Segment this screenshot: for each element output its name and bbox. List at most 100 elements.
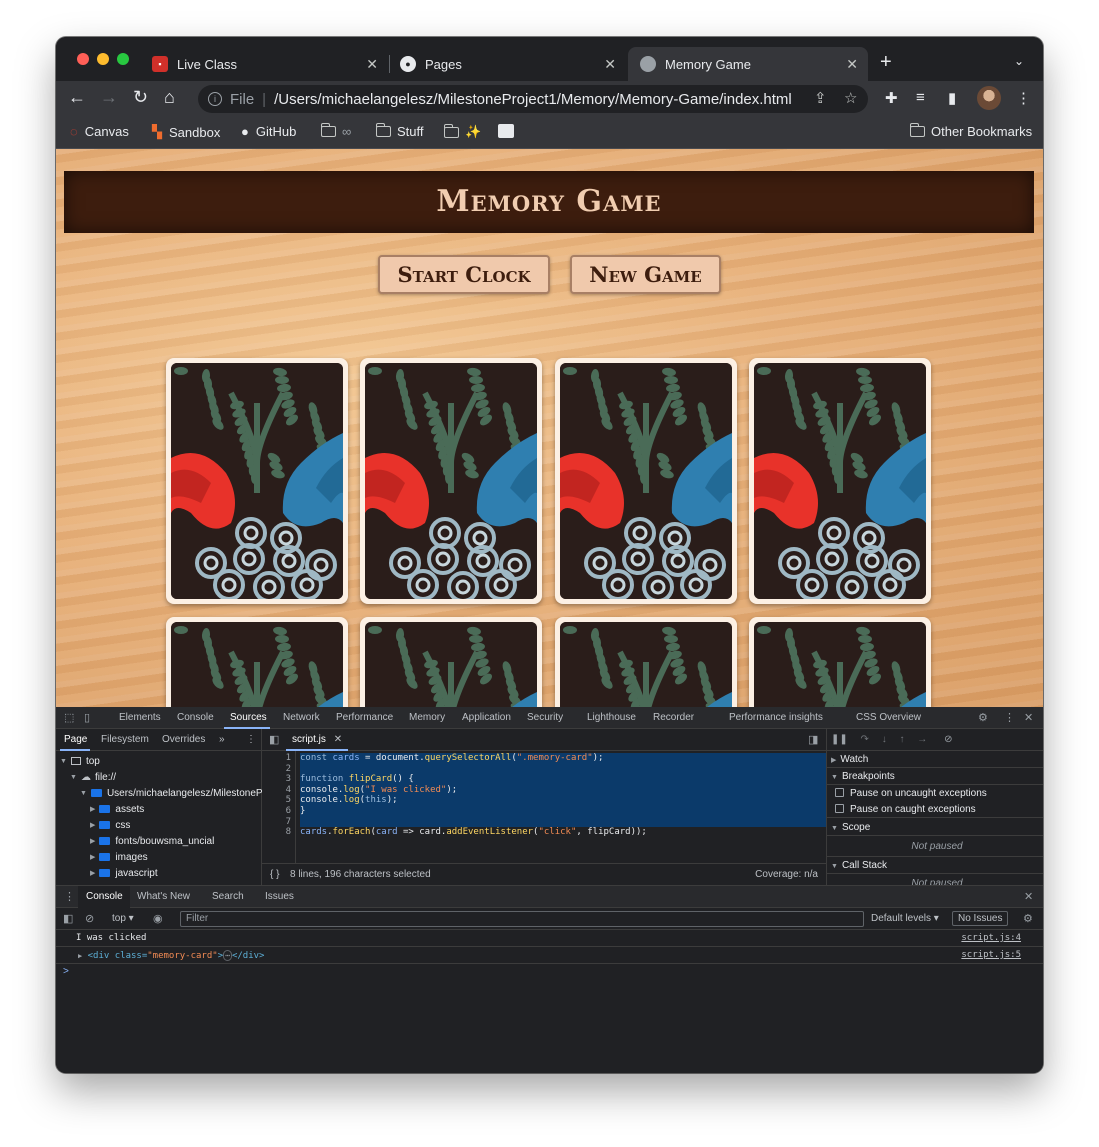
drawer-menu-icon[interactable]: ⋮ [64, 890, 75, 903]
tab-page[interactable]: Page [64, 734, 87, 745]
memory-card[interactable] [360, 617, 542, 707]
memory-card[interactable] [166, 358, 348, 604]
tab-console[interactable]: Console [177, 712, 214, 723]
back-arrow-icon[interactable]: ← [68, 87, 86, 108]
editor-file-tab[interactable]: script.js ✕ [286, 729, 349, 751]
log-levels-dropdown[interactable]: Default levels ▾ [871, 913, 939, 924]
context-selector[interactable]: top ▾ [112, 913, 134, 924]
step-icon[interactable]: → [917, 734, 927, 745]
drawer-tab-search[interactable]: Search [212, 891, 244, 902]
media-controls-icon[interactable]: ≡ [916, 89, 925, 106]
tab-css-overview[interactable]: CSS Overview [856, 712, 921, 723]
tab-memory-game[interactable]: Memory Game ✕ [628, 47, 868, 81]
settings-gear-icon[interactable]: ⚙ [978, 711, 988, 724]
info-icon[interactable]: i [208, 92, 222, 106]
reload-icon[interactable]: ↻ [133, 87, 148, 108]
ellipsis-badge[interactable]: ⋯ [223, 950, 232, 961]
memory-card[interactable] [555, 358, 737, 604]
close-window-button[interactable] [77, 53, 89, 65]
tab-performance-insights[interactable]: Performance insights [729, 712, 823, 723]
breakpoints-section[interactable]: ▼ Breakpoints [827, 768, 1043, 785]
close-drawer-icon[interactable]: ✕ [1024, 890, 1033, 903]
toggle-debugger-icon[interactable]: ◨ [808, 733, 818, 746]
memory-card[interactable] [749, 617, 931, 707]
avatar[interactable] [977, 86, 1001, 110]
step-into-icon[interactable]: ↓ [882, 734, 887, 745]
bookmark-github[interactable]: ● GitHub [241, 124, 296, 139]
call-stack-section[interactable]: ▼ Call Stack [827, 857, 1043, 874]
tree-item-project-folder[interactable]: ▼ Users/michaelangelesz/MilestonePro [80, 785, 271, 801]
scope-section[interactable]: ▼ Scope [827, 819, 1043, 836]
tab-security[interactable]: Security [527, 712, 563, 723]
tab-network[interactable]: Network [283, 712, 320, 723]
memory-card[interactable] [360, 358, 542, 604]
log-source-link[interactable]: script.js:5 [961, 947, 1021, 964]
bookmark-folder-sparkles[interactable]: ✨ [443, 123, 481, 140]
drawer-tab-console[interactable]: Console [86, 891, 123, 902]
clear-console-icon[interactable]: ⊘ [85, 912, 94, 925]
pause-caught-row[interactable]: Pause on caught exceptions [827, 801, 1043, 818]
forward-arrow-icon[interactable]: → [100, 87, 118, 108]
memory-card[interactable] [749, 358, 931, 604]
kebab-menu-icon[interactable]: ⋮ [1004, 711, 1015, 724]
expand-triangle-icon[interactable]: ▶ [78, 952, 82, 960]
inspect-element-icon[interactable]: ⬚ [64, 711, 74, 724]
sidebar-toggle-icon[interactable]: ◧ [63, 912, 73, 925]
side-panel-icon[interactable]: ▮ [948, 89, 956, 107]
device-toolbar-icon[interactable]: ▯ [84, 711, 90, 724]
bookmark-star-icon[interactable]: ☆ [844, 89, 857, 107]
tab-elements[interactable]: Elements [119, 712, 161, 723]
home-icon[interactable]: ⌂ [164, 87, 175, 108]
deactivate-breakpoints-icon[interactable]: ⊘ [944, 734, 952, 745]
close-tab-icon[interactable]: ✕ [366, 56, 378, 73]
close-tab-icon[interactable]: ✕ [604, 56, 616, 73]
tab-live-class[interactable]: ▪ Live Class ✕ [152, 47, 388, 81]
memory-card[interactable] [555, 617, 737, 707]
extensions-icon[interactable]: ✚ [885, 89, 898, 107]
tab-overrides[interactable]: Overrides [162, 734, 205, 745]
memory-card[interactable] [166, 617, 348, 707]
more-tabs-icon[interactable]: » [219, 734, 225, 745]
step-out-icon[interactable]: ↑ [900, 734, 905, 745]
kebab-menu-icon[interactable]: ⋮ [246, 734, 256, 745]
log-source-link[interactable]: script.js:4 [961, 930, 1021, 947]
tab-recorder[interactable]: Recorder [653, 712, 694, 723]
new-tab-button[interactable]: + [880, 51, 892, 74]
tree-item-origin[interactable]: ▼ ☁ file:// [70, 769, 116, 785]
new-game-button[interactable]: New Game [570, 255, 721, 294]
console-settings-icon[interactable]: ⚙ [1023, 912, 1033, 925]
code-area[interactable]: 1 2 3 4 5 6 7 8 const cards = document.q… [262, 751, 826, 863]
tab-pages[interactable]: ● Pages ✕ [390, 47, 626, 81]
console-message[interactable]: ▶ <div class="memory-card"> ⋯ </div> scrip… [56, 947, 1043, 964]
tree-item-javascript[interactable]: ▶ javascript [90, 865, 158, 881]
tab-search-chevron-icon[interactable]: ⌄ [1014, 54, 1024, 68]
bookmark-image[interactable] [498, 124, 514, 138]
bookmark-folder-links[interactable]: ∞ [320, 123, 351, 139]
console-filter-input[interactable]: Filter [180, 911, 864, 927]
close-file-icon[interactable]: ✕ [334, 734, 342, 745]
bookmark-folder-stuff[interactable]: Stuff [375, 123, 424, 139]
pause-uncaught-row[interactable]: Pause on uncaught exceptions [827, 785, 1043, 802]
share-icon[interactable]: ⇪ [814, 89, 827, 107]
pause-icon[interactable]: ❚❚ [831, 734, 848, 745]
pretty-print-icon[interactable]: { } [270, 869, 279, 880]
close-devtools-icon[interactable]: ✕ [1024, 711, 1033, 724]
tree-item-images[interactable]: ▶ images [90, 849, 148, 865]
tree-item-top[interactable]: ▼ top [60, 753, 100, 769]
bookmark-sandbox[interactable]: ▚ Sandbox [152, 124, 220, 140]
tab-lighthouse[interactable]: Lighthouse [587, 712, 636, 723]
toggle-navigator-icon[interactable]: ◧ [269, 733, 279, 746]
tree-item-assets[interactable]: ▶ assets [90, 801, 144, 817]
tab-application[interactable]: Application [462, 712, 511, 723]
tree-item-fonts[interactable]: ▶ fonts/bouwsma_uncial [90, 833, 214, 849]
console-prompt[interactable]: > [63, 966, 69, 977]
checkbox[interactable] [835, 788, 844, 797]
zoom-window-button[interactable] [117, 53, 129, 65]
tab-performance[interactable]: Performance [336, 712, 393, 723]
step-over-icon[interactable]: ↷ [861, 734, 869, 745]
eye-icon[interactable]: ◉ [153, 912, 163, 925]
close-tab-icon[interactable]: ✕ [846, 56, 858, 73]
kebab-menu-icon[interactable]: ⋮ [1016, 89, 1031, 107]
drawer-tab-whats-new[interactable]: What's New [137, 891, 190, 902]
bookmark-canvas[interactable]: ◌ Canvas [70, 124, 129, 139]
